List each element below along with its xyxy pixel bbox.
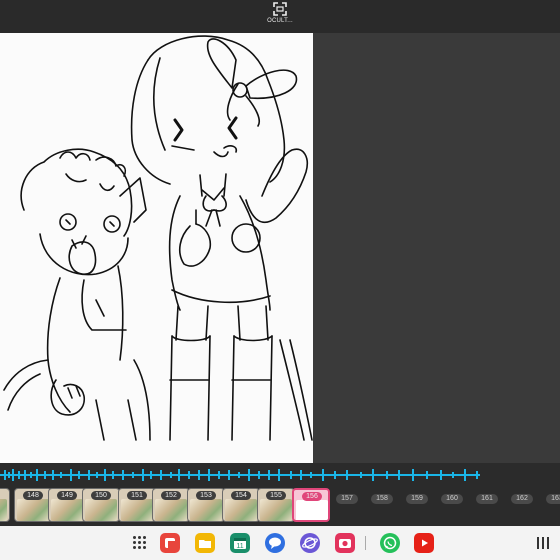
empty-frame-slot[interactable]: 159: [404, 488, 430, 522]
frame-thumb[interactable]: 151: [118, 488, 156, 522]
top-toolbar: OCULT...: [0, 0, 560, 33]
hide-ui-button[interactable]: OCULT...: [262, 2, 298, 32]
folder-app-icon[interactable]: [195, 533, 215, 553]
camera-app-icon[interactable]: [335, 533, 355, 553]
empty-frame-slot[interactable]: 161: [474, 488, 500, 522]
frame-number: 156: [302, 492, 322, 501]
frame-strip[interactable]: 148 149 150 151 152 153 154 155 156 157 …: [0, 488, 560, 524]
system-taskbar: 11: [0, 526, 560, 560]
empty-frame-slot[interactable]: 158: [369, 488, 395, 522]
recent-apps-icon[interactable]: [537, 537, 551, 549]
frame-thumb[interactable]: 153: [187, 488, 225, 522]
frame-thumb[interactable]: 154: [222, 488, 260, 522]
line-art-drawing: [3, 35, 313, 441]
frame-number: 159: [406, 494, 428, 504]
frame-number: 153: [196, 491, 216, 500]
frame-thumb[interactable]: 149: [48, 488, 86, 522]
frame-number: 152: [161, 491, 181, 500]
frame-number: 158: [371, 494, 393, 504]
frame-preview: [85, 499, 117, 521]
messages-app-icon[interactable]: [265, 533, 285, 553]
empty-frame-slot[interactable]: 160: [439, 488, 465, 522]
frame-thumb[interactable]: 155: [257, 488, 295, 522]
hide-ui-label: OCULT...: [267, 18, 293, 24]
calendar-app-icon[interactable]: 11: [230, 533, 250, 553]
audio-waveform[interactable]: [0, 467, 480, 483]
frame-number: 149: [57, 491, 77, 500]
fullscreen-icon: [273, 2, 287, 16]
youtube-app-icon[interactable]: [414, 533, 434, 553]
flipaclip-app-icon[interactable]: [160, 533, 180, 553]
svg-text:11: 11: [236, 543, 243, 550]
taskbar-divider: [365, 536, 366, 550]
frame-preview: [17, 499, 49, 521]
frame-preview: [121, 499, 153, 521]
frame-thumb-current[interactable]: 156: [292, 488, 330, 522]
frame-number: 157: [336, 494, 358, 504]
frame-number: 154: [231, 491, 251, 500]
frame-preview: [155, 499, 187, 521]
frame-number: 148: [23, 491, 43, 500]
empty-frame-slot[interactable]: 157: [334, 488, 360, 522]
frame-preview: [296, 500, 328, 520]
workspace-panel: [313, 33, 560, 473]
frame-preview: [0, 499, 7, 521]
frame-thumb[interactable]: [0, 488, 10, 522]
frame-preview: [260, 499, 292, 521]
frame-preview: [190, 499, 222, 521]
frame-preview: [225, 499, 257, 521]
frame-preview: [51, 499, 83, 521]
internet-app-icon[interactable]: [300, 533, 320, 553]
frame-number: 160: [441, 494, 463, 504]
frame-thumb[interactable]: 148: [14, 488, 52, 522]
frame-number: 150: [91, 491, 111, 500]
frame-thumb[interactable]: 150: [82, 488, 120, 522]
frame-number: 155: [266, 491, 286, 500]
frame-number: 151: [127, 491, 147, 500]
whatsapp-app-icon[interactable]: [380, 533, 400, 553]
frame-number: 162: [511, 494, 533, 504]
drawing-canvas[interactable]: [0, 33, 313, 473]
app-drawer-icon[interactable]: [133, 536, 147, 550]
empty-frame-slot[interactable]: 162: [509, 488, 535, 522]
empty-frame-slot[interactable]: 163: [544, 488, 560, 522]
frame-number: 161: [476, 494, 498, 504]
frame-number: 163: [546, 494, 560, 504]
frame-thumb[interactable]: 152: [152, 488, 190, 522]
